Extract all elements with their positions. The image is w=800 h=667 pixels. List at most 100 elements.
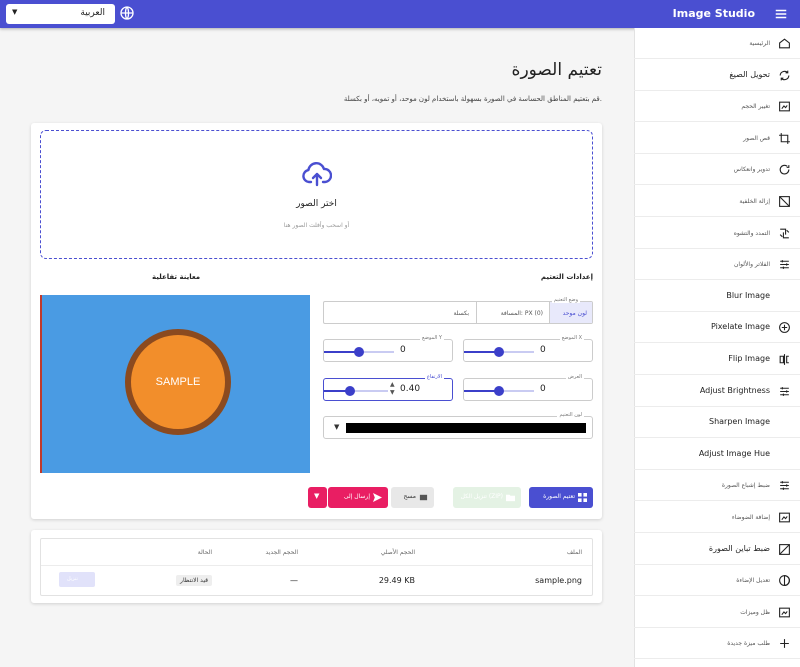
hue-icon (778, 448, 791, 461)
slider-knob[interactable] (494, 386, 504, 396)
pixelate-icon (779, 322, 790, 334)
sidebar-item-label: Pixelate Image (710, 322, 770, 332)
folder-icon (506, 494, 515, 502)
flip-icon (779, 354, 789, 365)
settings-heading: إعدادات التعتيم (540, 273, 593, 281)
color-swatch (346, 423, 586, 433)
download-all-button[interactable]: تنزيل الكل (ZIP) (453, 487, 521, 508)
sidebar-item-15[interactable]: إضافة الضوضاء (634, 502, 800, 533)
slider-knob[interactable] (344, 386, 355, 396)
position-y-slider[interactable] (324, 347, 394, 357)
position-x-slider[interactable] (464, 347, 534, 357)
sidebar-item-label: تدوير وانعكاس (733, 166, 770, 174)
crop-icon (779, 132, 790, 144)
status-badge: قيد الانتظار (176, 575, 212, 586)
convert-icon (779, 70, 790, 80)
sidebar-item-2[interactable]: تغيير الحجم (634, 91, 800, 123)
file-name: sample.png (535, 576, 582, 585)
position-x-value: 0 (540, 345, 546, 355)
files-table: الملف الحجم الأصلي الحجم الجديد الحالة s… (40, 538, 593, 596)
sidebar-item-10[interactable]: Flip Image (634, 344, 800, 375)
sidebar-item-0[interactable]: الرئيسية (634, 28, 800, 59)
sidebar-item-7[interactable]: الفلاتر والألوان (634, 249, 800, 281)
slider-knob[interactable] (354, 347, 364, 357)
download-file-button[interactable]: تنزيل (59, 572, 95, 587)
sidebar-item-label: قص الصور (743, 134, 770, 142)
shadow-icon (779, 607, 790, 618)
sidebar-item-label: Sharpen Image (708, 417, 770, 427)
exposure-icon (779, 575, 790, 587)
globe-icon[interactable] (119, 5, 135, 21)
sidebar-item-11[interactable]: Adjust Brightness (634, 376, 800, 407)
rotate-icon (779, 165, 790, 175)
sidebar-item-13[interactable]: Adjust Image Hue (634, 439, 800, 470)
top-app-bar: ▼ العربية Image Studio (0, 0, 800, 28)
sharpen-icon (778, 416, 791, 429)
upload-dropzone[interactable]: اختر الصور أو اسحب وأفلت الصور هنا (40, 130, 593, 259)
language-value: العربية (80, 8, 105, 18)
sidebar-item-label: التمدد والتشوه (733, 229, 770, 237)
width-value: 0 (540, 384, 546, 394)
sidebar-item-4[interactable]: تدوير وانعكاس (634, 154, 800, 186)
column-header-new-size: الحجم الجديد (265, 549, 298, 556)
sidebar-item-label: ضبط تباين الصورة (708, 543, 770, 553)
tool-card: اختر الصور أو اسحب وأفلت الصور هنا إعداد… (31, 123, 602, 519)
sidebar-item-label: Adjust Brightness (699, 385, 770, 395)
sidebar-item-3[interactable]: قص الصور (634, 123, 800, 154)
home-icon (779, 38, 790, 49)
sidebar-item-14[interactable]: ضبط إشباع الصورة (634, 470, 800, 502)
sample-text: SAMPLE (155, 376, 201, 388)
plus-icon (780, 639, 789, 649)
sidebar-item-6[interactable]: التمدد والتشوه (634, 218, 800, 249)
sidebar-item-12[interactable]: Sharpen Image (634, 407, 800, 439)
sidebar-item-9[interactable]: Pixelate Image (634, 312, 800, 344)
width-field: العرض 0 (463, 374, 593, 401)
sidebar-item-8[interactable]: Blur Image (634, 281, 800, 312)
slider-knob[interactable] (494, 347, 504, 357)
height-field: الارتفاع ▲ ▼ 0.40 (323, 374, 453, 401)
sidebar-item-label: طلب ميزة جديدة (727, 640, 770, 648)
app-title: Image Studio (672, 7, 755, 20)
hamburger-menu-icon[interactable] (774, 7, 788, 21)
sidebar: الرئيسية تحويل الصيغ تغيير الحجم قص الصور تد… (634, 28, 800, 667)
sidebar-item-18[interactable]: ظل وميزات (634, 597, 800, 628)
sidebar-item-label: إزالة الخلفية (739, 198, 770, 205)
sidebar-item-label: تحويل الصيغ (729, 69, 770, 79)
sidebar-item-19[interactable]: طلب ميزة جديدة (634, 628, 800, 660)
send-to-button[interactable]: إرسال إلى (328, 487, 388, 508)
height-value[interactable]: 0.40 (400, 384, 420, 394)
sidebar-item-label: Flip Image (728, 354, 770, 363)
interactive-preview[interactable]: SAMPLE (40, 295, 310, 473)
caret-down-icon: ▼ (314, 492, 320, 500)
sidebar-item-1[interactable]: تحويل الصيغ (634, 60, 800, 91)
spinner-arrows[interactable]: ▲ ▼ (390, 381, 395, 397)
noise-icon (779, 512, 790, 523)
cloud-upload-icon (302, 162, 332, 187)
height-slider[interactable] (324, 386, 388, 396)
erase-icon (419, 494, 428, 501)
caret-down-icon: ▼ (334, 423, 340, 431)
sidebar-item-label: تعديل الإضاءة (736, 577, 770, 585)
language-select[interactable]: ▼ العربية (6, 4, 115, 24)
sidebar-item-16[interactable]: ضبط تباين الصورة (634, 534, 800, 565)
mode-blur-option[interactable]: المسافة: PX (0) (477, 302, 549, 323)
sidebar-item-label: الفلاتر والألوان (734, 261, 770, 269)
mode-pixelate-option[interactable]: بكسلة (440, 302, 476, 323)
clear-button[interactable]: مسح (391, 487, 434, 508)
mode-solid-option[interactable]: لون موحد (550, 302, 592, 323)
send-to-dropdown[interactable]: ▼ (308, 487, 327, 508)
sidebar-item-label: تغيير الحجم (741, 103, 770, 111)
transform-icon (779, 228, 790, 238)
sidebar-item-label: Blur Image (726, 290, 770, 300)
caret-down-icon: ▼ (12, 8, 18, 16)
width-slider[interactable] (464, 386, 534, 396)
file-new-size: — (290, 576, 298, 585)
color-picker[interactable]: لون التعتيم ▼ (323, 412, 593, 439)
sidebar-item-17[interactable]: تعديل الإضاءة (634, 565, 800, 597)
page-title: تعتيم الصورة (511, 60, 602, 80)
mode-legend: وضع التعتيم (551, 297, 580, 303)
preview-heading: معاينة تفاعلية (152, 273, 201, 281)
grid-icon (578, 493, 587, 502)
sidebar-item-5[interactable]: إزالة الخلفية (634, 186, 800, 217)
apply-blackout-button[interactable]: تعتيم الصورة (529, 487, 593, 508)
